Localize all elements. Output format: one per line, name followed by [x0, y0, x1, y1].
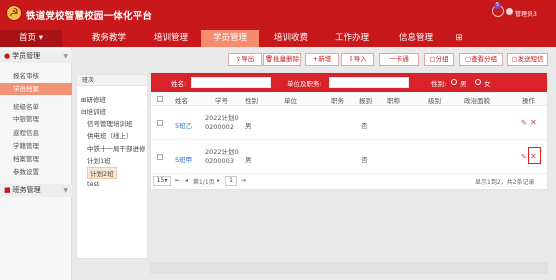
row-checkbox[interactable]: [157, 154, 163, 160]
send-sms-button[interactable]: ▢发送短信: [507, 53, 548, 66]
view-group-button[interactable]: ▢查看分组: [459, 53, 503, 66]
student-id: 2022计划0 0200003: [205, 148, 239, 165]
unit-label: 单位及职务:: [287, 80, 322, 88]
delete-icon[interactable]: ✕: [530, 152, 537, 161]
app-title: 铁道党校智慧校园一体化平台: [26, 11, 153, 22]
sidebar-item-class-list[interactable]: 班级名单: [0, 101, 72, 113]
user-menu[interactable]: 管理员3: [515, 9, 537, 18]
col-gender[interactable]: 性别: [245, 95, 258, 105]
record-summary: 显示1到2，共2条记录: [475, 179, 535, 186]
gender-label: 性别:: [431, 80, 447, 88]
col-student-id[interactable]: 学号: [215, 95, 228, 105]
row-checkbox[interactable]: [157, 120, 163, 126]
sidebar-group-class-affairs[interactable]: ■ 班务管理 ▼: [0, 184, 72, 197]
name-label: 姓名:: [171, 80, 187, 88]
sidebar: ● 学员管理 ▼ 报名审核 学员档案 班级名单 中银管理 返程信息 学籍管理 档案管…: [0, 47, 72, 280]
batch-delete-button[interactable]: 🗑批量删除: [263, 53, 301, 66]
footer-bar: [150, 262, 548, 274]
grid-icon[interactable]: ⊞: [450, 30, 468, 47]
col-level[interactable]: 级别: [428, 95, 441, 105]
class-item[interactable]: test: [87, 180, 99, 188]
student-gender: 男: [245, 122, 252, 130]
delete-icon[interactable]: ✕: [530, 118, 537, 127]
nav-training[interactable]: 培训管理: [142, 30, 200, 47]
col-position[interactable]: 职务: [331, 95, 344, 105]
page-info: 第1/1页: [193, 179, 215, 186]
student-id: 2022计划0 0200002: [205, 114, 239, 131]
student-name-link[interactable]: 5班乙: [175, 120, 192, 130]
next-page-icon[interactable]: ▸: [217, 177, 220, 184]
class-panel: 班次 ⊞研修班 ⊟培训班 信号管理培训班 供电班（线上） 中铁十一局干部进修 计…: [76, 74, 148, 259]
class-panel-header: 班次: [77, 75, 147, 86]
tree-node-training[interactable]: ⊟培训班: [81, 106, 106, 116]
chevron-down-icon: ▼: [63, 53, 68, 60]
student-table-panel: 姓名: 单位及职务: 性别: 男 女 姓名 学号 性别 单位 职务 报到 职称 …: [150, 72, 548, 190]
nav-students[interactable]: 学员管理: [201, 30, 259, 47]
class-item[interactable]: 供电班（线上）: [87, 130, 133, 140]
sidebar-item-review[interactable]: 报名审核: [0, 70, 72, 82]
main-nav: 首页 ▾ 教务教学 培训管理 学员管理 培训收费 工作办理 信息管理 ⊞: [0, 30, 556, 47]
nav-fees[interactable]: 培训收费: [262, 30, 320, 47]
table-row[interactable]: 5班乙 2022计划0 0200002 男 否 ✎ ✕: [151, 106, 547, 140]
gender-male-radio[interactable]: [451, 79, 457, 85]
sidebar-item-zhongyin[interactable]: 中银管理: [0, 113, 72, 125]
gender-female-radio[interactable]: [475, 79, 481, 85]
sidebar-group-students[interactable]: ● 学员管理 ▼: [0, 50, 72, 63]
table-row[interactable]: 5班甲 2022计划0 0200003 男 否 ✎ ✕: [151, 140, 547, 174]
tree-node-seminar[interactable]: ⊞研修班: [81, 94, 106, 104]
add-button[interactable]: +新增: [305, 53, 339, 66]
user-icon: ●: [4, 52, 11, 60]
sidebar-item-return-info[interactable]: 返程信息: [0, 127, 72, 139]
export-button[interactable]: ⇪导出: [228, 53, 262, 66]
sidebar-item-settings[interactable]: 参数设置: [0, 166, 72, 178]
col-report[interactable]: 报到: [359, 95, 372, 105]
col-unit[interactable]: 单位: [284, 95, 297, 105]
student-name-link[interactable]: 5班甲: [175, 154, 192, 164]
import-button[interactable]: ⇩导入: [341, 53, 374, 66]
card-button[interactable]: 一卡通: [379, 53, 419, 66]
select-all-checkbox[interactable]: [157, 96, 163, 102]
class-item[interactable]: 计划1班: [87, 155, 111, 165]
student-gender: 男: [245, 156, 252, 164]
gender-female-label: 女: [484, 80, 491, 88]
nav-work[interactable]: 工作办理: [323, 30, 381, 47]
student-report: 否: [361, 122, 368, 130]
chevron-down-icon: ▼: [63, 187, 68, 194]
name-input[interactable]: [191, 77, 271, 88]
nav-teaching[interactable]: 教务教学: [80, 30, 138, 47]
table-header: 姓名 学号 性别 单位 职务 报到 职称 级别 政治面貌 操作: [151, 92, 547, 106]
class-item-selected[interactable]: 计划2班: [87, 167, 117, 179]
pagination: 15▾ ⇤ ◂ 第1/1页 ▸ 1 ⇥ 显示1到2，共2条记录: [151, 174, 547, 189]
sidebar-item-records[interactable]: 档案管理: [0, 153, 72, 165]
notification-badge: 5: [494, 2, 501, 9]
gender-male-label: 男: [460, 80, 467, 88]
sidebar-item-archive[interactable]: 学员档案: [0, 83, 72, 95]
class-item[interactable]: 中铁十一局干部进修: [87, 143, 146, 153]
nav-home[interactable]: 首页 ▾: [0, 30, 62, 47]
col-title[interactable]: 职称: [387, 95, 400, 105]
prev-page-icon[interactable]: ◂: [185, 177, 188, 184]
nav-info[interactable]: 信息管理: [385, 30, 447, 47]
search-bar: 姓名: 单位及职务: 性别: 男 女: [151, 73, 547, 92]
last-page-icon[interactable]: ⇥: [241, 177, 246, 184]
avatar[interactable]: [506, 8, 513, 15]
student-report: 否: [361, 156, 368, 164]
edit-icon[interactable]: ✎: [521, 119, 527, 127]
sidebar-item-enrollment[interactable]: 学籍管理: [0, 140, 72, 152]
first-page-icon[interactable]: ⇤: [175, 177, 180, 184]
edit-icon[interactable]: ✎: [521, 153, 527, 161]
page-size-select[interactable]: 15▾: [153, 176, 171, 186]
group-button[interactable]: ▢分组: [424, 53, 454, 66]
class-item[interactable]: 信号管理培训班: [87, 118, 133, 128]
col-name[interactable]: 姓名: [175, 95, 188, 105]
page-input[interactable]: 1: [225, 176, 237, 186]
party-emblem-icon: [6, 5, 22, 21]
col-actions: 操作: [522, 97, 535, 105]
top-header: 铁道党校智慧校园一体化平台 5 管理员3: [0, 0, 556, 30]
unit-input[interactable]: [329, 77, 409, 88]
folder-icon: ■: [4, 186, 11, 194]
col-political[interactable]: 政治面貌: [464, 95, 490, 105]
